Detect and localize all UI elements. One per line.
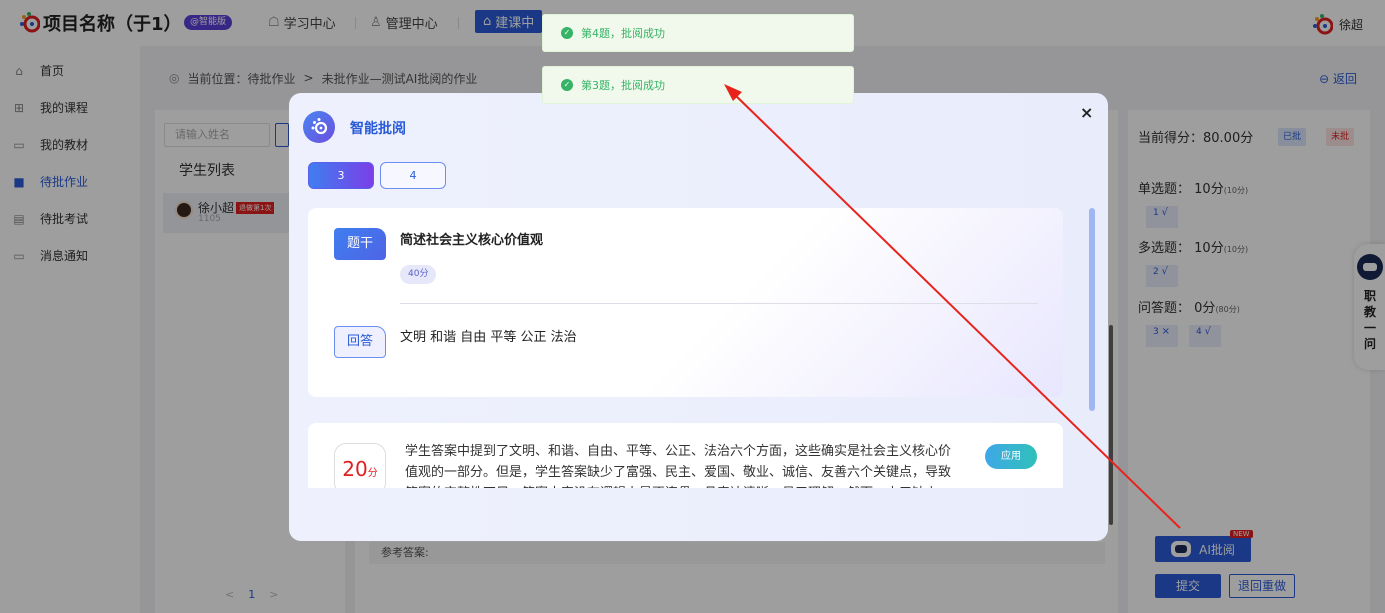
annotation-arrow [724,84,1181,529]
arrow-line [731,91,1181,529]
